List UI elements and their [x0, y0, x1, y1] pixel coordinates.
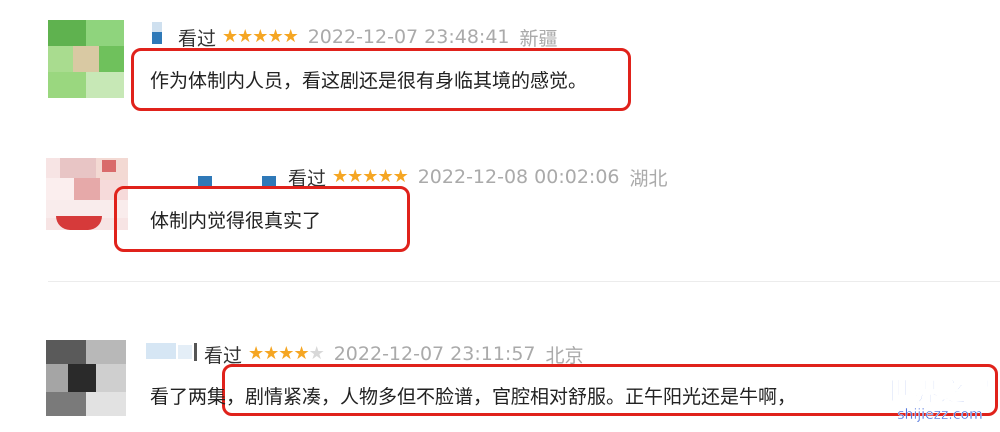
site-watermark: 世界之最 shijiezz.com — [885, 372, 994, 424]
star-icon: ★ — [237, 26, 253, 47]
star-icon: ★ — [293, 343, 309, 364]
comment-time: 2022-12-07 23:48:41 — [307, 26, 510, 48]
comment-meta: 看过 ★ ★ ★ ★ ★ 2022-12-07 23:48:41 新疆 — [178, 24, 558, 50]
comment-text: 体制内觉得很真实了 — [150, 210, 322, 232]
star-icon: ★ — [252, 26, 268, 47]
star-icon: ★ — [282, 26, 299, 47]
watermark-domain: shijiezz.com — [897, 407, 983, 423]
rating-stars: ★ ★ ★ ★ ★ — [332, 166, 409, 187]
avatar[interactable] — [46, 340, 126, 416]
username-blurred[interactable] — [150, 22, 166, 46]
star-icon: ★ — [332, 166, 348, 187]
comment-location: 新疆 — [519, 27, 558, 50]
rating-stars: ★ ★ ★ ★ ★ — [222, 26, 299, 47]
star-icon: ★ — [263, 343, 279, 364]
watermark-title: 世界之最 — [885, 378, 994, 409]
star-icon: ★ — [377, 166, 393, 187]
star-icon: ★ — [362, 166, 378, 187]
star-icon: ★ — [267, 26, 283, 47]
avatar[interactable] — [48, 20, 124, 98]
star-icon: ★ — [308, 343, 325, 364]
star-icon: ★ — [392, 166, 409, 187]
comment-text: 看了两集，剧情紧凑，人物多但不脸谱，官腔相对舒服。正午阳光还是牛啊， — [150, 386, 797, 408]
comment-text: 作为体制内人员，看这剧还是很有身临其境的感觉。 — [150, 70, 588, 92]
star-icon: ★ — [248, 343, 264, 364]
star-icon: ★ — [222, 26, 238, 47]
watched-label: 看过 — [178, 27, 217, 50]
comment-time: 2022-12-07 23:11:57 — [333, 343, 536, 365]
username-blurred[interactable] — [146, 343, 200, 361]
star-icon: ★ — [347, 166, 363, 187]
comment-time: 2022-12-08 00:02:06 — [417, 166, 620, 188]
rating-stars: ★ ★ ★ ★ ★ — [248, 343, 325, 364]
comment-location: 湖北 — [629, 167, 668, 190]
comment-divider — [48, 281, 1000, 282]
star-icon: ★ — [278, 343, 294, 364]
